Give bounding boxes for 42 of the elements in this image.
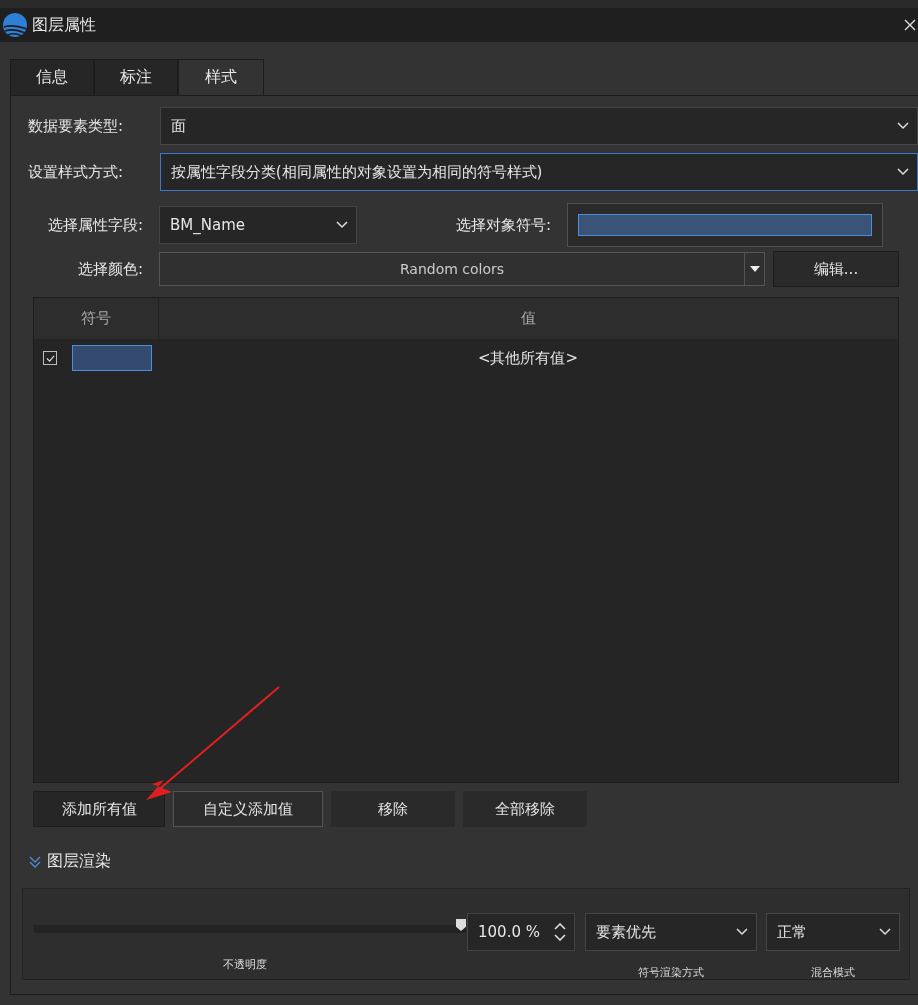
- section-title: 图层渲染: [47, 851, 111, 872]
- style-method-dropdown[interactable]: 按属性字段分类(相同属性的对象设置为相同的符号样式): [159, 153, 918, 191]
- tab[interactable]: 样式: [178, 59, 264, 95]
- spin-arrows-icon: [554, 923, 566, 941]
- blend-mode-dropdown[interactable]: 正常: [766, 913, 900, 951]
- window-title: 图层属性: [32, 14, 97, 36]
- checkbox[interactable]: [43, 351, 57, 365]
- collapse-chevron-icon[interactable]: [29, 855, 41, 868]
- field-label: 选择颜色:: [76, 259, 144, 279]
- tab[interactable]: 标注: [94, 59, 178, 95]
- chevron-down-icon: [897, 122, 909, 130]
- chevron-down-icon: [879, 928, 891, 936]
- chevron-down-icon: [897, 168, 909, 176]
- opacity-spinbox[interactable]: 100.0 %: [467, 913, 575, 951]
- action-button[interactable]: 自定义添加值: [173, 791, 323, 827]
- opacity-slider[interactable]: [34, 919, 466, 935]
- field-label: 选择对象符号:: [454, 215, 552, 235]
- field-label: 设置样式方式:: [27, 162, 125, 182]
- column-header: 符号: [34, 298, 159, 339]
- chevron-down-icon: [336, 221, 348, 229]
- triangle-down-icon: [749, 266, 760, 272]
- close-icon[interactable]: [904, 19, 916, 31]
- caption: 不透明度: [223, 957, 267, 972]
- symbol-render-dropdown[interactable]: 要素优先: [585, 913, 757, 951]
- chevron-down-icon: [736, 928, 748, 936]
- caption: 符号渲染方式: [638, 965, 704, 980]
- action-button[interactable]: 添加所有值: [33, 791, 165, 827]
- field-label: 选择属性字段:: [46, 215, 144, 235]
- color-scheme-dropdown[interactable]: Random colors: [159, 252, 765, 286]
- slider-thumb[interactable]: [456, 919, 466, 931]
- symbol-swatch[interactable]: [72, 345, 152, 371]
- table-cell-text: <其他所有值>: [476, 348, 580, 368]
- action-button[interactable]: 移除: [331, 791, 455, 827]
- tab[interactable]: 信息: [10, 59, 94, 95]
- action-button[interactable]: 全部移除: [463, 791, 587, 827]
- feature-type-dropdown[interactable]: 面: [159, 107, 918, 145]
- column-header: 值: [520, 308, 537, 329]
- attribute-field-dropdown[interactable]: BM_Name: [159, 206, 357, 244]
- caption: 混合模式: [811, 965, 855, 980]
- edit-button[interactable]: 编辑...: [773, 251, 899, 287]
- field-label: 数据要素类型:: [27, 116, 125, 136]
- symbol-picker[interactable]: [567, 203, 883, 247]
